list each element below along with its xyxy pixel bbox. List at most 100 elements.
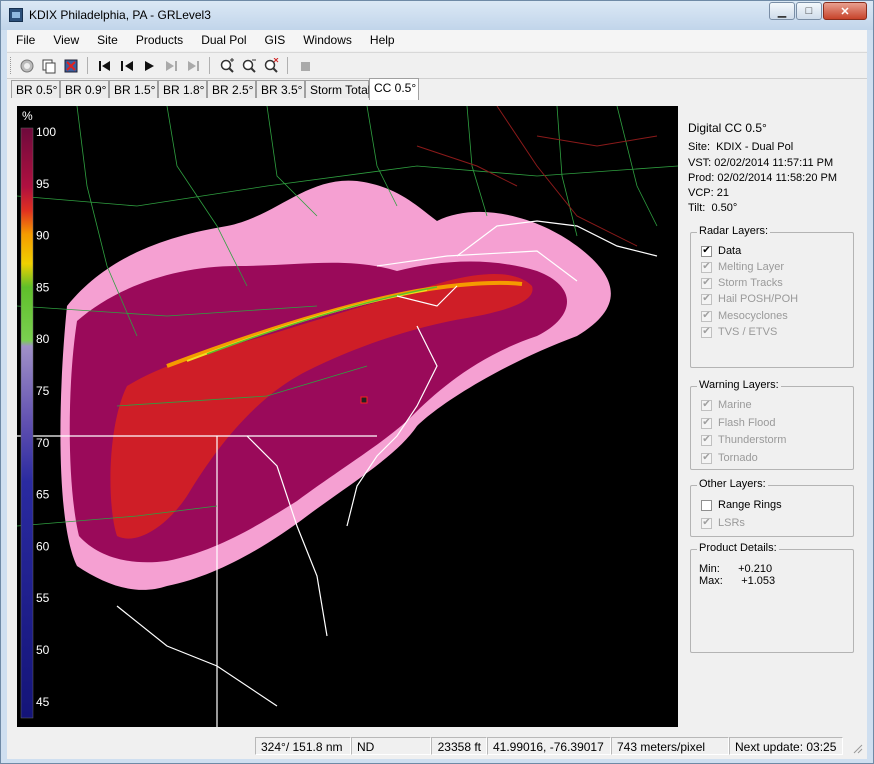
- menu-gis[interactable]: GIS: [256, 30, 295, 51]
- prod-label: Prod:: [688, 172, 715, 184]
- menu-dual-pol[interactable]: Dual Pol: [192, 30, 255, 51]
- checkbox-hail[interactable]: ✔: [701, 293, 712, 305]
- vcp-info: VCP: 21: [688, 187, 729, 199]
- menu-file[interactable]: File: [7, 30, 44, 51]
- warning-flash-flood-toggle[interactable]: ✔ Flash Flood: [701, 415, 775, 431]
- play-button[interactable]: [139, 56, 159, 75]
- checkbox-mesocyclones[interactable]: ✔: [701, 310, 712, 322]
- last-frame-button[interactable]: [183, 56, 203, 75]
- legend-tick-label: 60: [36, 539, 50, 553]
- app-icon[interactable]: [9, 8, 23, 22]
- menu-help[interactable]: Help: [361, 30, 404, 51]
- toolbar-grip[interactable]: [10, 57, 14, 74]
- prev-frame-button[interactable]: [117, 56, 137, 75]
- legend-tick-label: 45: [36, 695, 50, 709]
- detail-min-label: Min:: [699, 563, 720, 575]
- refresh-icon: [20, 59, 34, 72]
- layer-tvs-toggle[interactable]: ✔ TVS / ETVS: [701, 324, 777, 340]
- legend-tick-label: 75: [36, 384, 50, 398]
- menu-products[interactable]: Products: [127, 30, 192, 51]
- zoom-out-button[interactable]: [239, 56, 259, 75]
- layer-data-label: Data: [718, 245, 742, 257]
- zoom-reset-button[interactable]: [261, 56, 281, 75]
- layer-melting-layer-toggle[interactable]: ✔ Melting Layer: [701, 259, 784, 275]
- resize-grip[interactable]: [853, 743, 863, 754]
- first-frame-button[interactable]: [95, 56, 115, 75]
- checkbox-melting-layer[interactable]: ✔: [701, 261, 712, 273]
- warning-marine-toggle[interactable]: ✔ Marine: [701, 397, 752, 413]
- legend-unit: %: [22, 109, 33, 123]
- color-legend: % 100 95 90 85 80 75 70 65 60 55 50 45: [20, 109, 56, 719]
- maximize-button[interactable]: □: [796, 2, 822, 20]
- next-frame-button[interactable]: [161, 56, 181, 75]
- site-value: KDIX - Dual Pol: [716, 141, 794, 153]
- tab-storm-total[interactable]: Storm Total: [305, 80, 370, 98]
- toolbar-separator: [87, 57, 88, 74]
- toolbar-separator: [287, 57, 288, 74]
- layer-data-toggle[interactable]: ✔ Data: [701, 243, 741, 259]
- copy-button[interactable]: [39, 56, 59, 75]
- vcp-value: 21: [716, 187, 729, 199]
- layer-tvs-label: TVS / ETVS: [718, 326, 778, 338]
- menu-windows[interactable]: Windows: [294, 30, 361, 51]
- product-details-title: Product Details:: [697, 542, 779, 554]
- other-layers-title: Other Layers:: [697, 478, 768, 490]
- tab-br-2-5[interactable]: BR 2.5°: [207, 80, 256, 98]
- checkbox-lsrs[interactable]: ✔: [701, 517, 712, 529]
- warning-thunderstorm-label: Thunderstorm: [718, 434, 787, 446]
- warning-flash-flood-label: Flash Flood: [718, 417, 776, 429]
- checkbox-range-rings[interactable]: [701, 499, 712, 511]
- save-image-button[interactable]: [61, 56, 81, 75]
- other-lsrs-toggle[interactable]: ✔ LSRs: [701, 515, 745, 531]
- status-bearing: 324°/ 151.8 nm: [255, 737, 351, 755]
- refresh-button[interactable]: [17, 56, 37, 75]
- tab-br-0-9[interactable]: BR 0.9°: [60, 80, 109, 98]
- layer-storm-tracks-toggle[interactable]: ✔ Storm Tracks: [701, 275, 783, 291]
- zoom-in-button[interactable]: [217, 56, 237, 75]
- checkbox-data[interactable]: ✔: [701, 245, 712, 257]
- warning-tornado-label: Tornado: [718, 452, 758, 464]
- tab-br-0-5[interactable]: BR 0.5°: [11, 80, 60, 98]
- minimize-button[interactable]: ▁: [769, 2, 795, 20]
- menu-site[interactable]: Site: [88, 30, 127, 51]
- layer-mesocyclones-label: Mesocyclones: [718, 310, 788, 322]
- tab-br-1-8[interactable]: BR 1.8°: [158, 80, 207, 98]
- checkbox-tvs[interactable]: ✔: [701, 326, 712, 338]
- copy-icon: [42, 59, 56, 73]
- radar-image: % 100 95 90 85 80 75 70 65 60 55 50 45: [17, 106, 678, 727]
- tab-cc-0-5[interactable]: CC 0.5°: [369, 78, 419, 100]
- layer-hail-toggle[interactable]: ✔ Hail POSH/POH: [701, 291, 798, 307]
- prod-value: 02/02/2014 11:58:20 PM: [717, 172, 838, 184]
- resize-grip-icon: [853, 744, 863, 754]
- legend-tick-label: 95: [36, 177, 50, 191]
- title-bar[interactable]: KDIX Philadelphia, PA - GRLevel3 ▁ □ ✕: [1, 1, 873, 30]
- other-range-rings-toggle[interactable]: Range Rings: [701, 497, 782, 513]
- prod-info: Prod: 02/02/2014 11:58:20 PM: [688, 172, 837, 184]
- stop-button[interactable]: [295, 56, 315, 75]
- save-image-icon: [64, 59, 78, 72]
- detail-min-value: +0.210: [738, 563, 773, 575]
- status-scale: 743 meters/pixel: [611, 737, 729, 755]
- tab-br-3-5[interactable]: BR 3.5°: [256, 80, 305, 98]
- menu-view[interactable]: View: [44, 30, 88, 51]
- legend-tick-label: 100: [36, 125, 56, 139]
- step-forward-icon: [166, 60, 177, 71]
- checkbox-storm-tracks[interactable]: ✔: [701, 277, 712, 289]
- radar-site-marker[interactable]: [360, 396, 368, 404]
- warning-tornado-toggle[interactable]: ✔ Tornado: [701, 450, 758, 466]
- side-panel: Digital CC 0.5° Site: KDIX - Dual Pol VS…: [682, 106, 867, 727]
- checkbox-flash-flood[interactable]: ✔: [701, 417, 712, 429]
- layer-mesocyclones-toggle[interactable]: ✔ Mesocyclones: [701, 308, 788, 324]
- tab-br-1-5[interactable]: BR 1.5°: [109, 80, 158, 98]
- status-bar: 324°/ 151.8 nm ND 23358 ft 41.99016, -76…: [7, 735, 867, 757]
- toolbar-separator: [209, 57, 210, 74]
- product-details-group: Product Details: Min: +0.210 Max: +1.053: [690, 542, 854, 653]
- radar-map[interactable]: % 100 95 90 85 80 75 70 65 60 55 50 45: [17, 106, 678, 727]
- checkbox-tornado[interactable]: ✔: [701, 452, 712, 464]
- close-button[interactable]: ✕: [823, 2, 867, 20]
- checkbox-marine[interactable]: ✔: [701, 399, 712, 411]
- warning-thunderstorm-toggle[interactable]: ✔ Thunderstorm: [701, 432, 786, 448]
- warning-layers-group: Warning Layers: ✔ Marine ✔ Flash Flood ✔ Th…: [690, 379, 854, 470]
- checkbox-thunderstorm[interactable]: ✔: [701, 434, 712, 446]
- layer-melting-layer-label: Melting Layer: [718, 261, 785, 273]
